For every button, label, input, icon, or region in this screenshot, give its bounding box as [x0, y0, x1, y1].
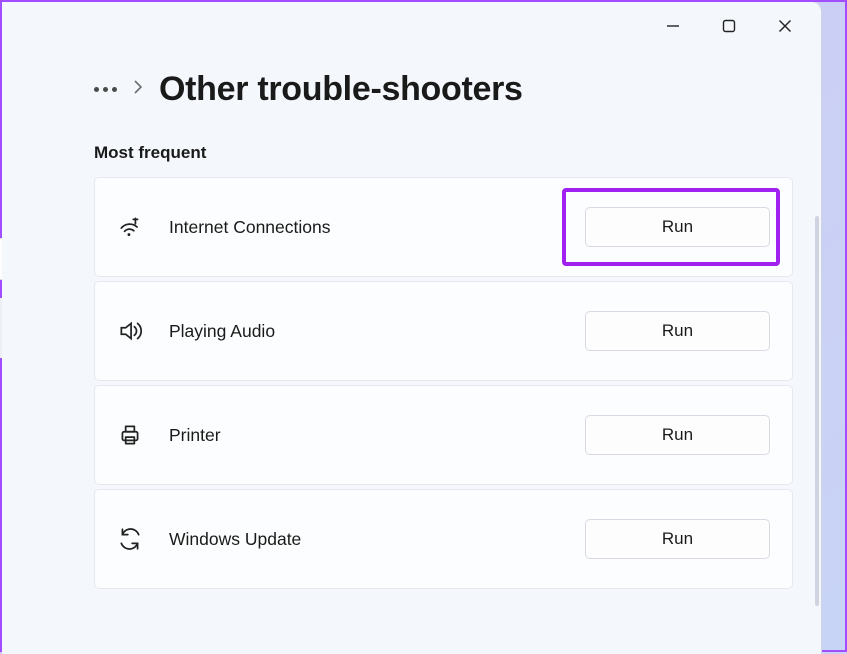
minimize-button[interactable] [645, 6, 701, 46]
troubleshooter-label: Windows Update [157, 529, 585, 550]
printer-icon [117, 422, 157, 448]
section-heading: Most frequent [2, 119, 821, 177]
troubleshooter-list: Internet Connections Run Playing Audio R… [2, 177, 821, 589]
window-titlebar [2, 2, 821, 50]
troubleshooter-label: Internet Connections [157, 217, 585, 238]
troubleshooter-item-windows-update: Windows Update Run [94, 489, 793, 589]
minimize-icon [666, 19, 680, 33]
troubleshooter-label: Printer [157, 425, 585, 446]
settings-window: Other trouble-shooters Most frequent Int… [2, 2, 822, 654]
troubleshooter-item-internet: Internet Connections Run [94, 177, 793, 277]
close-icon [778, 19, 792, 33]
page-title: Other trouble-shooters [159, 70, 523, 109]
close-button[interactable] [757, 6, 813, 46]
sync-icon [117, 526, 157, 552]
audio-icon [117, 318, 157, 344]
run-button-printer[interactable]: Run [585, 415, 770, 455]
troubleshooter-item-audio: Playing Audio Run [94, 281, 793, 381]
wifi-icon [117, 214, 157, 240]
chevron-right-icon [133, 79, 143, 100]
troubleshooter-item-printer: Printer Run [94, 385, 793, 485]
run-button-windows-update[interactable]: Run [585, 519, 770, 559]
run-button-audio[interactable]: Run [585, 311, 770, 351]
breadcrumb: Other trouble-shooters [2, 50, 821, 119]
breadcrumb-ellipsis-button[interactable] [94, 87, 117, 92]
run-button-internet[interactable]: Run [585, 207, 770, 247]
maximize-button[interactable] [701, 6, 757, 46]
maximize-icon [722, 19, 736, 33]
troubleshooter-label: Playing Audio [157, 321, 585, 342]
scrollbar[interactable] [815, 216, 819, 606]
